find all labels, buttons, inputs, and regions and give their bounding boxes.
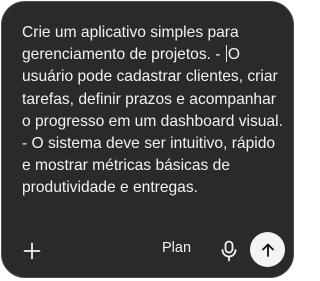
prompt-textarea[interactable]: Crie um aplicativo simples para gerencia… — [22, 22, 284, 200]
arrow-up-icon — [260, 242, 276, 258]
plus-icon — [23, 242, 41, 260]
prompt-composer: Crie um aplicativo simples para gerencia… — [1, 1, 294, 278]
composer-toolbar: Plan — [2, 231, 293, 271]
add-attachment-button[interactable] — [18, 237, 46, 265]
plan-button[interactable]: Plan — [162, 240, 191, 256]
microphone-icon — [220, 240, 238, 262]
prompt-text-after-caret: O usuário pode cadastrar clientes, criar… — [22, 46, 283, 197]
send-button[interactable] — [250, 232, 285, 267]
prompt-text-before-caret: Crie um aplicativo simples para gerencia… — [22, 24, 239, 64]
voice-input-button[interactable] — [216, 237, 242, 265]
text-caret — [225, 45, 227, 63]
